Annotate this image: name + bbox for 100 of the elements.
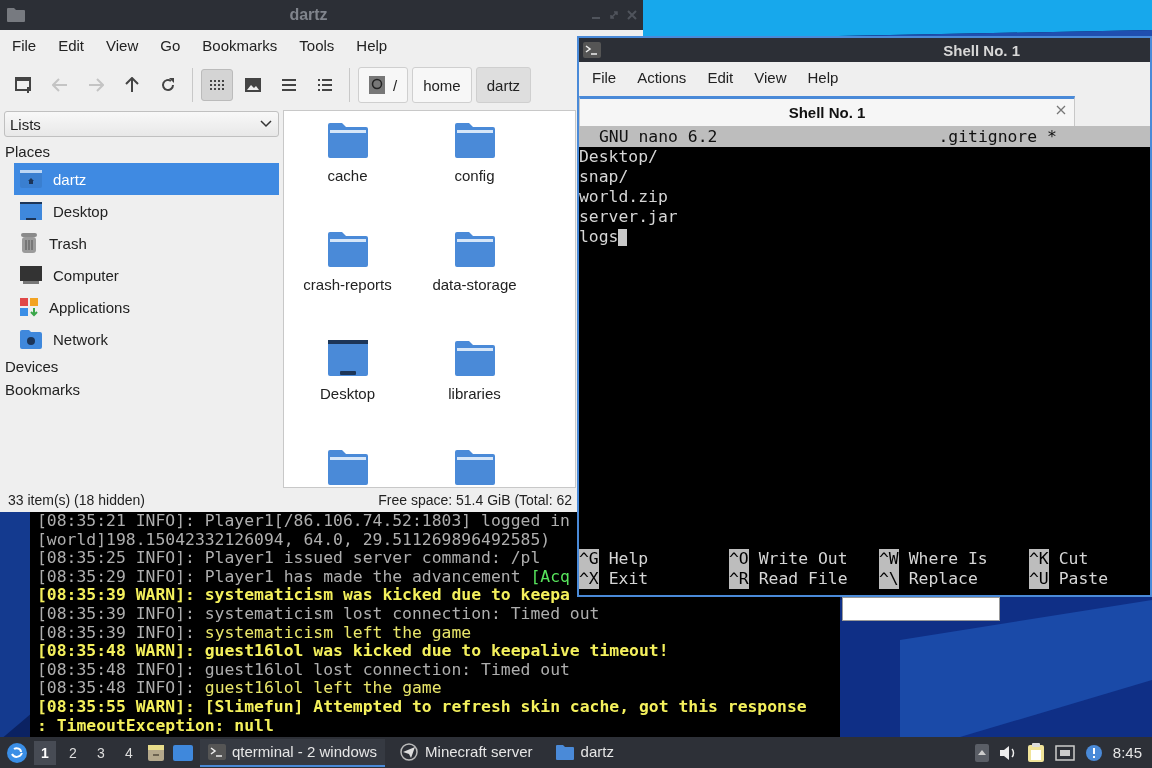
code-line: server.jar: [579, 207, 678, 227]
folder-icon: [453, 230, 496, 268]
log-line: [08:35:39 INFO]: systematicism lost connection: Timed out: [37, 604, 600, 624]
section-heading: Places: [4, 142, 52, 162]
task-button[interactable]: qterminal - 2 windows: [200, 738, 386, 767]
workspace-button[interactable]: 3: [90, 740, 112, 765]
menu-item[interactable]: Bookmarks: [194, 36, 286, 54]
log-line: [08:35:25 INFO]: Player1 issued server command: /pl: [37, 549, 541, 568]
file-name[interactable]: config: [454, 167, 495, 184]
code-line: snap/: [579, 167, 629, 187]
desktop-icon[interactable]: [172, 743, 194, 762]
notification-icon[interactable]: [1084, 743, 1103, 762]
shortcut-key: ^X: [579, 569, 599, 589]
log-line: [08:35:55 WARN]: [Slimefun] Attempted to refresh skin cache, got this response: [37, 697, 807, 717]
log-line: : TimeoutException: null: [37, 716, 274, 736]
menu-item[interactable]: File: [4, 36, 45, 54]
menu-item[interactable]: File: [583, 68, 626, 86]
clipboard-icon[interactable]: [1026, 742, 1045, 763]
file-name[interactable]: crash-reports: [303, 276, 392, 293]
terminal-icon: [583, 42, 601, 58]
file-cabinet-icon[interactable]: [146, 742, 166, 763]
log-line: [08:35:21 INFO]: Player1[/86.106.74.52:1803] logged in: [37, 512, 570, 531]
file-name[interactable]: cache: [327, 167, 368, 184]
menu-item[interactable]: View: [745, 68, 796, 86]
sidebar-item[interactable]: Applications: [14, 291, 279, 323]
code-line: Desktop/: [579, 147, 658, 167]
forward-arrow-icon: [88, 78, 104, 92]
path-button[interactable]: dartz: [475, 67, 532, 103]
chevron-down-icon: [260, 120, 272, 128]
menu-item[interactable]: Tools: [291, 36, 343, 54]
image-icon: [245, 78, 261, 92]
new-tab-icon: [15, 76, 33, 94]
workspace-button[interactable]: 4: [118, 740, 140, 765]
folder-icon: [326, 448, 369, 486]
back-arrow-icon: [52, 78, 68, 92]
start-menu-icon[interactable]: [6, 741, 28, 764]
clock[interactable]: 8:45: [1112, 744, 1142, 761]
terminal-tab[interactable]: Shell No. 1: [579, 96, 1075, 126]
shortcut-label: Write Out: [758, 549, 848, 569]
paper-plane-icon: [399, 742, 420, 761]
side-pane-dropdown[interactable]: Lists: [4, 111, 279, 137]
menu-item[interactable]: Edit: [698, 68, 743, 86]
window-title: dartz: [288, 6, 329, 24]
shortcut-key: ^K: [1029, 549, 1049, 569]
shortcut-label: Exit: [608, 569, 649, 589]
folder-icon: [326, 121, 369, 159]
volume-icon[interactable]: [998, 744, 1017, 761]
toolbar-button[interactable]: [201, 69, 233, 101]
menu-item[interactable]: Edit: [50, 36, 93, 54]
sidebar-item[interactable]: Trash: [14, 227, 279, 259]
path-button[interactable]: home: [412, 67, 472, 103]
section-heading[interactable]: Bookmarks: [3, 378, 279, 401]
folder-icon: [554, 742, 575, 761]
shortcut-key: ^R: [729, 569, 749, 589]
up-arrow-icon: [125, 77, 139, 93]
sidebar-item[interactable]: Computer: [14, 259, 279, 291]
editor-header: GNU nano 6.2 .gitignore *: [579, 126, 1150, 147]
folder-icon: [453, 448, 496, 486]
shortcut-key: ^W: [879, 549, 899, 569]
task-button[interactable]: Minecraft server: [391, 738, 541, 767]
file-name[interactable]: data-storage: [432, 276, 517, 293]
text-cursor: [618, 228, 628, 246]
workspace-button[interactable]: 2: [62, 740, 84, 765]
task-button[interactable]: dartz: [546, 738, 622, 767]
workspace-button[interactable]: 1: [34, 740, 56, 765]
section-heading[interactable]: Devices: [3, 355, 279, 378]
menu-item[interactable]: Go: [152, 36, 189, 54]
log-line: [world]198.15042332126094, 64.0, 29.511269896492585): [37, 530, 551, 550]
sidebar-item[interactable]: Network: [14, 323, 279, 355]
applications-icon: [19, 297, 39, 317]
shortcut-key: ^G: [579, 549, 599, 569]
shortcut-key: ^O: [729, 549, 749, 569]
shortcut-label: Read File: [758, 569, 848, 589]
path-button[interactable]: /: [358, 67, 409, 103]
desktop-icon: [19, 201, 43, 221]
sidebar-item[interactable]: dartz: [14, 163, 279, 195]
bullet-list-icon: [318, 79, 332, 91]
network-icon[interactable]: [1054, 743, 1075, 762]
folder-icon: [453, 121, 496, 159]
log-line: [08:35:48 INFO]: guest16lol lost connection: Timed out: [37, 660, 570, 680]
free-space: Free space: 51.4 GiB (Total: 62: [378, 492, 572, 508]
desktop-folder-icon: [326, 339, 369, 377]
log-line: [08:35:39 INFO]: systematicism left the game: [37, 623, 472, 643]
shortcut-label: Help: [608, 549, 649, 569]
trash-icon: [19, 232, 39, 254]
file-name[interactable]: libraries: [448, 385, 501, 402]
shortcut-key: ^\: [879, 569, 899, 589]
sidebar-item[interactable]: Desktop: [14, 195, 279, 227]
menu-item[interactable]: Help: [348, 36, 396, 54]
menu-item[interactable]: Actions: [628, 68, 696, 86]
menu-item[interactable]: Help: [798, 68, 848, 86]
menu-item[interactable]: View: [98, 36, 147, 54]
shortcut-label: Replace: [908, 569, 978, 589]
network-folder-icon: [19, 329, 43, 349]
file-name[interactable]: Desktop: [320, 385, 375, 402]
log-line: [08:35:48 INFO]: guest16lol left the game: [37, 679, 442, 698]
close-icon[interactable]: [1056, 105, 1066, 115]
log-line: [08:35:39 WARN]: systematicism was kicked due to keepa: [37, 586, 570, 605]
code-line: logs: [579, 227, 619, 247]
item-count: 33 item(s) (18 hidden): [8, 492, 145, 508]
